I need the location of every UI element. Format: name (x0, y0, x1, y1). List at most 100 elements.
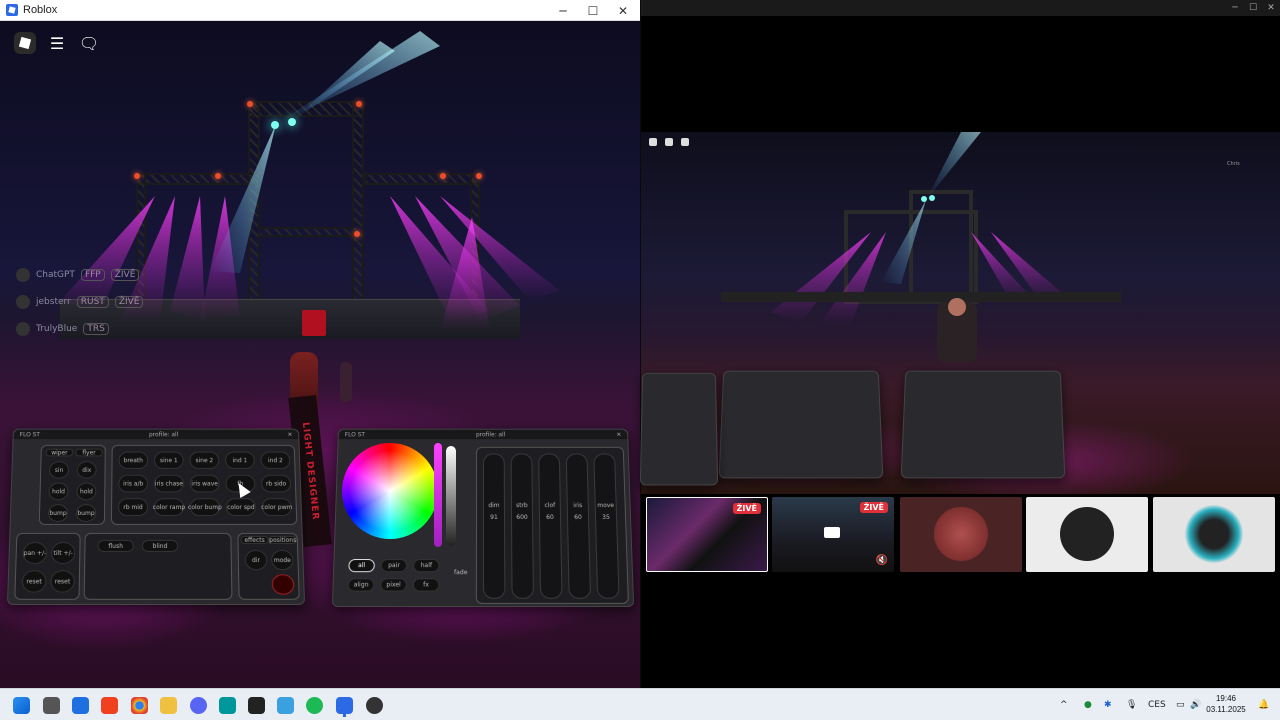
pad-tab[interactable]: wiper (45, 448, 74, 457)
bluetooth-icon[interactable]: ✱ (1104, 689, 1112, 720)
windows-start-icon[interactable] (13, 697, 30, 714)
stage-light-3 (134, 173, 140, 179)
reset-key[interactable]: reset (21, 570, 47, 593)
user-thumbnail[interactable] (900, 497, 1022, 572)
window-titlebar[interactable]: Roblox ─ ☐ ✕ (0, 0, 640, 21)
pad-tab[interactable]: flyer (75, 448, 103, 457)
fx-key[interactable]: iris chase (154, 474, 184, 493)
minimize-button[interactable]: ─ (548, 0, 578, 21)
notifications-icon[interactable]: 🔔 (1258, 689, 1269, 720)
console-profile[interactable]: profile: all (476, 431, 505, 438)
pad-key[interactable]: hold (48, 482, 69, 501)
flush-pad[interactable]: flush blind (83, 532, 233, 600)
fader-clof[interactable] (538, 453, 563, 599)
fx-key[interactable]: iris a/b (118, 474, 149, 493)
effects-tab[interactable]: effects (240, 535, 269, 544)
spotify-icon[interactable] (306, 697, 323, 714)
game-viewport-right[interactable]: Chris (639, 132, 1280, 494)
fx-key[interactable]: rb mid (117, 498, 149, 516)
mode-key[interactable]: mode (270, 549, 294, 571)
fx-key[interactable]: color spd (225, 498, 257, 516)
fx-key[interactable]: color bump (188, 498, 222, 516)
task-view-icon[interactable] (43, 697, 60, 714)
roblox-menu-button[interactable] (14, 32, 36, 54)
pixel-button[interactable]: pixel (380, 578, 407, 592)
stream-thumbnail[interactable]: ŽIVĚ 🔇 (772, 497, 894, 572)
fx-key[interactable]: iris wave (189, 474, 220, 493)
fx-key[interactable]: sine 1 (154, 451, 184, 469)
fx-button[interactable]: fx (412, 578, 440, 592)
window-titlebar-right[interactable]: ─ ☐ ✕ (641, 0, 1280, 16)
user-thumbnail[interactable] (1026, 497, 1148, 572)
align-button[interactable]: align (347, 578, 375, 592)
pad-key[interactable]: dix (76, 461, 97, 479)
pad-key[interactable]: bump (47, 504, 69, 522)
tilt-key[interactable]: tilt +/- (50, 541, 76, 565)
maximize-button[interactable]: ☐ (578, 0, 608, 21)
close-button[interactable]: ✕ (1260, 0, 1280, 16)
flush-button[interactable]: flush (97, 539, 134, 552)
console-close-icon[interactable]: ✕ (287, 431, 292, 438)
fader-iris[interactable] (565, 453, 592, 599)
brightness-slider[interactable] (446, 446, 456, 546)
fx-key[interactable]: ind 2 (260, 451, 291, 469)
console-close-icon[interactable]: ✕ (616, 431, 621, 438)
stage-light-cyan-2 (288, 118, 296, 126)
pad-key[interactable]: sin (48, 461, 70, 479)
roblox-app-icon (6, 4, 18, 16)
blind-button[interactable]: blind (141, 539, 179, 552)
pad-key[interactable]: hold (76, 482, 97, 501)
pair-button[interactable]: pair (380, 559, 408, 573)
fx-key[interactable]: ind 1 (224, 451, 255, 469)
fader-strb[interactable] (510, 453, 534, 599)
clock[interactable]: 19:46 03.11.2025 (1200, 693, 1252, 715)
half-button[interactable]: half (413, 559, 440, 573)
hamburger-icon[interactable]: ☰ (46, 32, 68, 54)
dir-key[interactable]: dir (244, 549, 268, 571)
user-avatar (934, 507, 988, 561)
arduino-icon[interactable] (219, 697, 236, 714)
network-icon[interactable]: ▭ (1176, 689, 1185, 720)
saturation-slider[interactable] (434, 443, 442, 547)
record-key[interactable] (271, 574, 295, 595)
pad-left: wiper flyer sin dix hold hold bump bump (38, 444, 106, 525)
chrome-icon[interactable] (131, 697, 148, 714)
console-profile[interactable]: profile: all (149, 431, 178, 438)
fader-label: dim (488, 502, 500, 510)
console-header: FLO ST profile: all ✕ (338, 429, 628, 440)
player-avatar (16, 321, 30, 336)
obs-icon[interactable] (366, 697, 383, 714)
fx-key[interactable]: breath (118, 451, 149, 469)
player-row[interactable]: ChatGPT FFP ŽIVĚ (16, 261, 143, 288)
fader-move[interactable] (593, 453, 620, 599)
chat-icon[interactable]: 🗨 (78, 32, 100, 54)
fader-dim[interactable] (483, 453, 506, 599)
fx-key[interactable]: color pwm (261, 498, 292, 516)
brave-browser-icon[interactable] (101, 697, 118, 714)
language-indicator[interactable]: CES (1148, 689, 1166, 720)
tray-chevron-icon[interactable]: ^ (1060, 689, 1068, 720)
player-row[interactable]: TrulyBlue TRS (16, 315, 143, 342)
positions-tab[interactable]: positions (268, 535, 297, 544)
roblox-studio-icon[interactable] (248, 697, 265, 714)
pan-key[interactable]: pan +/- (22, 541, 48, 565)
notepad-icon[interactable] (277, 697, 294, 714)
fx-key[interactable]: rb sido (261, 474, 292, 493)
player-avatar (16, 267, 30, 282)
microphone-icon[interactable]: 🎙 (1126, 689, 1137, 720)
select-all-button[interactable]: all (348, 559, 375, 573)
pad-key[interactable]: bump (75, 504, 97, 522)
file-explorer-icon[interactable] (160, 697, 177, 714)
reset-key[interactable]: reset (50, 570, 75, 593)
discord-icon[interactable] (190, 697, 207, 714)
user-thumbnail[interactable] (1153, 497, 1275, 572)
fx-key[interactable]: color ramp (153, 498, 185, 516)
color-wheel[interactable] (342, 443, 438, 539)
roblox-taskbar-icon[interactable] (336, 697, 353, 714)
close-button[interactable]: ✕ (608, 0, 638, 21)
tray-app-icon[interactable]: ● (1084, 689, 1092, 720)
fx-key[interactable]: sine 2 (189, 451, 220, 469)
todo-icon[interactable] (72, 697, 89, 714)
player-row[interactable]: jebsterr RUST ŽIVĚ (16, 288, 144, 315)
stream-thumbnail[interactable]: ŽIVĚ (646, 497, 768, 572)
